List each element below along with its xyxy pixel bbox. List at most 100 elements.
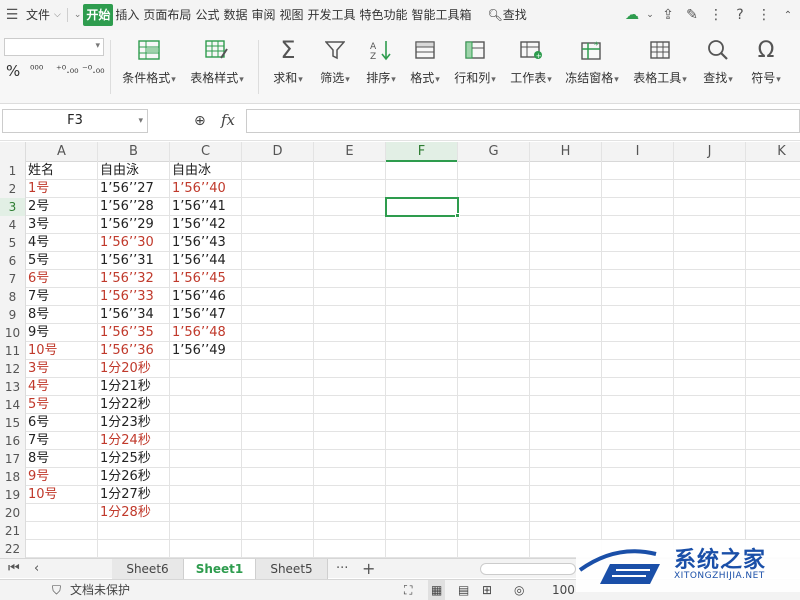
tab-formulas[interactable]: 公式: [193, 4, 221, 26]
edit-icon[interactable]: ✎: [680, 0, 704, 30]
row-header[interactable]: 17: [0, 450, 26, 468]
cloud-sync-icon[interactable]: ☁: [620, 0, 644, 30]
table-tools-button[interactable]: 表格工具▾: [630, 36, 690, 86]
cell-a18[interactable]: 9号: [26, 468, 98, 486]
cell-a14[interactable]: 5号: [26, 396, 98, 414]
formula-input[interactable]: [246, 109, 800, 133]
cell-a12[interactable]: 3号: [26, 360, 98, 378]
column-header-a[interactable]: A: [26, 142, 98, 162]
row-header[interactable]: 22: [0, 540, 26, 558]
row-header[interactable]: 3: [0, 198, 26, 216]
column-header-c[interactable]: C: [170, 142, 242, 162]
row-header[interactable]: 8: [0, 288, 26, 306]
cell-c20[interactable]: [170, 504, 242, 522]
collapse-ribbon-icon[interactable]: ⌃: [776, 0, 800, 30]
protection-status[interactable]: 文档未保护: [70, 580, 130, 600]
column-header-f[interactable]: F: [386, 142, 458, 162]
column-header-i[interactable]: I: [602, 142, 674, 162]
cell-c21[interactable]: [170, 522, 242, 540]
cell-a20[interactable]: [26, 504, 98, 522]
cell-c2[interactable]: 1’56’’40: [170, 180, 242, 198]
fill-handle[interactable]: [455, 213, 460, 218]
select-all-corner[interactable]: [0, 142, 26, 162]
row-header[interactable]: 18: [0, 468, 26, 486]
row-header[interactable]: 20: [0, 504, 26, 522]
cell-b13[interactable]: 1分21秒: [98, 378, 170, 396]
search-button[interactable]: 🔍︎查找: [486, 4, 529, 26]
cell-c11[interactable]: 1’56’’49: [170, 342, 242, 360]
add-sheet-button[interactable]: +: [362, 559, 375, 579]
cell-c14[interactable]: [170, 396, 242, 414]
first-sheet-icon[interactable]: ⏮: [8, 559, 20, 579]
cell-a10[interactable]: 9号: [26, 324, 98, 342]
cell-b6[interactable]: 1’56’’31: [98, 252, 170, 270]
cell-b15[interactable]: 1分23秒: [98, 414, 170, 432]
tab-review[interactable]: 审阅: [249, 4, 277, 26]
prev-sheet-icon[interactable]: ‹: [34, 559, 39, 579]
cell-c19[interactable]: [170, 486, 242, 504]
cell-a22[interactable]: [26, 540, 98, 558]
freeze-panes-button[interactable]: * 冻结窗格▾: [562, 36, 622, 86]
reading-mode-icon[interactable]: ◎: [514, 580, 524, 600]
cell-a8[interactable]: 7号: [26, 288, 98, 306]
help-icon[interactable]: ?: [728, 0, 752, 30]
tab-special-features[interactable]: 特色功能: [358, 4, 410, 26]
row-header[interactable]: 5: [0, 234, 26, 252]
cell-b17[interactable]: 1分25秒: [98, 450, 170, 468]
cell-b18[interactable]: 1分26秒: [98, 468, 170, 486]
cell-c17[interactable]: [170, 450, 242, 468]
more-icon[interactable]: ⋮: [704, 0, 728, 30]
worksheet-button[interactable]: + 工作表▾: [506, 36, 556, 86]
row-header[interactable]: 6: [0, 252, 26, 270]
increase-decimal-button[interactable]: ⁺⁰.₀₀: [56, 64, 79, 75]
row-header[interactable]: 21: [0, 522, 26, 540]
cell-c4[interactable]: 1’56’’42: [170, 216, 242, 234]
sort-button[interactable]: AZ 排序▾: [360, 36, 402, 86]
find-button[interactable]: 查找▾: [698, 36, 738, 86]
tab-view[interactable]: 视图: [277, 4, 305, 26]
cell-a16[interactable]: 7号: [26, 432, 98, 450]
cell-b14[interactable]: 1分22秒: [98, 396, 170, 414]
cell-a3[interactable]: 2号: [26, 198, 98, 216]
number-format-dropdown[interactable]: ▾: [4, 38, 104, 56]
cell-b21[interactable]: [98, 522, 170, 540]
spreadsheet-grid[interactable]: ABCDEFGHIJK 1 姓名 自由泳 自由冰 2 1号 1’56’’27 1’56’’40…: [0, 142, 800, 558]
cell-b4[interactable]: 1’56’’29: [98, 216, 170, 234]
tab-insert[interactable]: 插入: [113, 4, 141, 26]
cell-b9[interactable]: 1’56’’34: [98, 306, 170, 324]
normal-view-icon[interactable]: ▦: [428, 580, 446, 600]
sheet-tab-sheet6[interactable]: Sheet6: [112, 559, 184, 579]
row-header[interactable]: 16: [0, 432, 26, 450]
column-header-d[interactable]: D: [242, 142, 314, 162]
cell-a13[interactable]: 4号: [26, 378, 98, 396]
cell-c8[interactable]: 1’56’’46: [170, 288, 242, 306]
row-header[interactable]: 12: [0, 360, 26, 378]
cell-a5[interactable]: 4号: [26, 234, 98, 252]
cell-a19[interactable]: 10号: [26, 486, 98, 504]
cell-b2[interactable]: 1’56’’27: [98, 180, 170, 198]
cell-a2[interactable]: 1号: [26, 180, 98, 198]
cell-b19[interactable]: 1分27秒: [98, 486, 170, 504]
share-icon[interactable]: ⇪: [656, 0, 680, 30]
cell-c18[interactable]: [170, 468, 242, 486]
cell-c1[interactable]: 自由冰: [170, 162, 242, 180]
row-header[interactable]: 13: [0, 378, 26, 396]
cell-c3[interactable]: 1’56’’41: [170, 198, 242, 216]
sheet-tab-sheet5[interactable]: Sheet5: [256, 559, 328, 579]
cell-b3[interactable]: 1’56’’28: [98, 198, 170, 216]
cell-c6[interactable]: 1’56’’44: [170, 252, 242, 270]
function-icon[interactable]: fx: [221, 111, 235, 129]
horizontal-scrollbar[interactable]: [480, 563, 576, 575]
cell-c5[interactable]: 1’56’’43: [170, 234, 242, 252]
format-button[interactable]: 格式▾: [404, 36, 446, 86]
cell-c9[interactable]: 1’56’’47: [170, 306, 242, 324]
cell-a7[interactable]: 6号: [26, 270, 98, 288]
conditional-format-button[interactable]: 条件格式▾: [120, 36, 178, 86]
percent-format-button[interactable]: %: [6, 64, 20, 79]
tab-home[interactable]: 开始: [83, 4, 114, 26]
hamburger-menu-icon[interactable]: ☰: [0, 0, 24, 30]
cell-b22[interactable]: [98, 540, 170, 558]
quick-access-chevron-icon[interactable]: ⌄: [72, 4, 84, 26]
cell-b10[interactable]: 1’56’’35: [98, 324, 170, 342]
row-header[interactable]: 1: [0, 162, 26, 180]
